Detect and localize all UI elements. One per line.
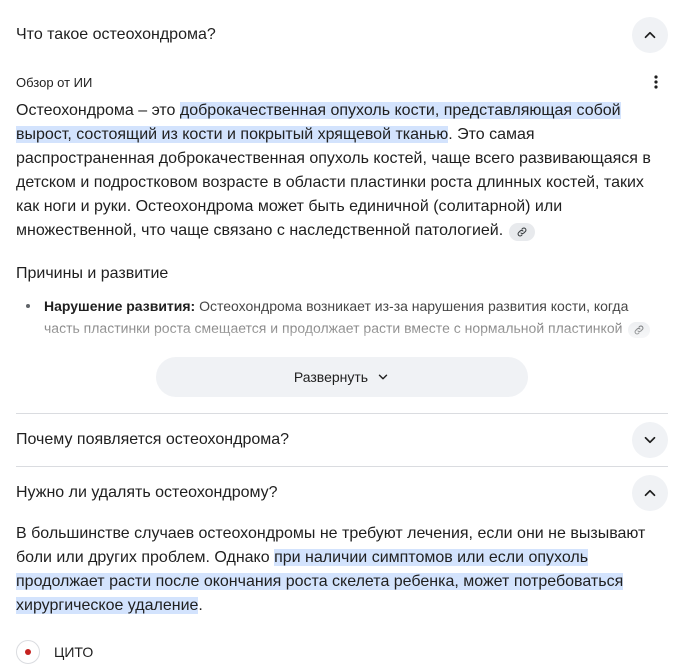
question-1-title: Что такое остеохондрома?	[16, 26, 216, 43]
link-icon	[517, 227, 527, 237]
question-2-title: Почему появляется остеохондрома?	[16, 431, 290, 448]
expand-button-label: Развернуть	[293, 369, 369, 385]
source-name: ЦИТО	[54, 644, 94, 660]
link-icon	[635, 325, 644, 335]
causes-list: Нарушение развития: Остеохондрома возник…	[16, 295, 668, 353]
ai-overview-paragraph: Остеохондрома – это доброкачественная оп…	[16, 99, 668, 243]
list-item: Нарушение развития: Остеохондрома возник…	[16, 295, 668, 339]
bullet-link-button[interactable]	[628, 322, 651, 338]
expand-button[interactable]: Развернуть	[156, 357, 528, 397]
chevron-down-icon	[644, 436, 656, 444]
paragraph-text-start: Остеохондрома – это	[16, 102, 180, 119]
ai-overview-panel: Что такое остеохондрома? Обзор от ИИ Ост…	[16, 0, 668, 664]
chevron-up-icon	[644, 31, 656, 39]
question-3-answer: В большинстве случаев остеохондромы не т…	[16, 522, 668, 618]
causes-heading: Причины и развитие	[16, 265, 169, 282]
ai-overview-header: Обзор от ИИ	[16, 69, 668, 95]
answer-text-end: .	[198, 597, 203, 614]
collapse-question-1-button[interactable]	[632, 17, 668, 53]
question-2-header[interactable]: Почему появляется остеохондрома?	[16, 414, 668, 466]
collapse-question-3-button[interactable]	[632, 475, 668, 511]
more-options-button[interactable]	[644, 70, 668, 94]
chevron-up-icon	[644, 489, 656, 497]
question-3-title: Нужно ли удалять остеохондрому?	[16, 484, 278, 501]
more-vert-icon	[654, 75, 658, 89]
source-item[interactable]: ЦИТО	[16, 640, 668, 664]
source-favicon-icon	[16, 640, 40, 664]
bullet-marker	[16, 295, 44, 339]
question-1-header[interactable]: Что такое остеохондрома?	[16, 0, 668, 70]
bullet-text: Нарушение развития: Остеохондрома возник…	[44, 295, 668, 339]
expand-question-2-button[interactable]	[632, 422, 668, 458]
chevron-down-icon	[378, 374, 388, 380]
source-link-button[interactable]	[509, 223, 536, 241]
question-3-header[interactable]: Нужно ли удалять остеохондрому?	[16, 467, 668, 519]
bullet-term: Нарушение развития:	[44, 298, 196, 314]
ai-overview-label: Обзор от ИИ	[16, 74, 93, 90]
